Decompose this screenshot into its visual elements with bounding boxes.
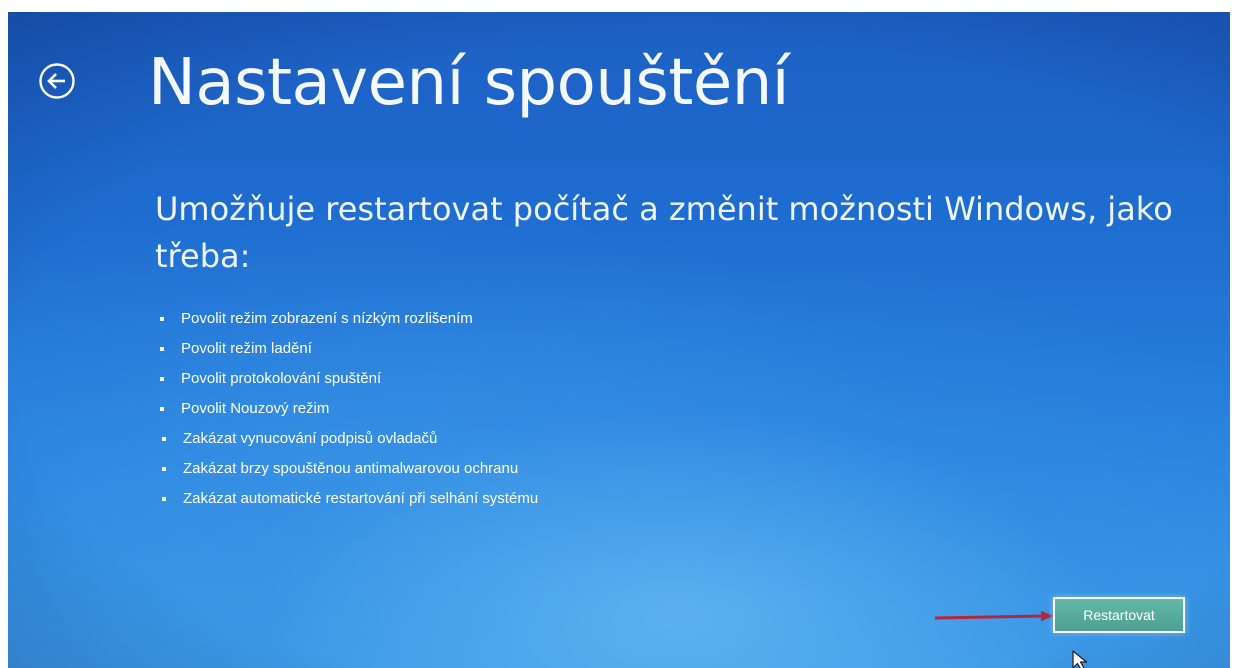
bullet-icon — [160, 317, 164, 321]
startup-settings-screen: Nastavení spouštění Umožňuje restartovat… — [8, 12, 1230, 668]
list-item: Povolit režim ladění — [156, 336, 536, 366]
back-arrow-circle-icon — [38, 62, 76, 100]
option-label: Zakázat vynucování podpisů ovladačů — [183, 430, 438, 447]
bullet-icon — [162, 467, 166, 471]
list-item: Povolit Nouzový režim — [156, 396, 536, 426]
list-item: Povolit režim zobrazení s nízkým rozliše… — [156, 306, 536, 336]
option-label: Zakázat brzy spouštěnou antimalwarovou o… — [183, 460, 519, 477]
annotation-arrow-icon — [933, 608, 1055, 627]
mouse-pointer-icon — [1072, 650, 1090, 668]
restart-button[interactable]: Restartovat — [1053, 597, 1185, 633]
option-label: Povolit režim zobrazení s nízkým rozliše… — [181, 310, 473, 327]
option-label: Povolit režim ladění — [181, 340, 312, 357]
list-item: Povolit protokolování spuštění — [156, 366, 536, 396]
options-list: Povolit režim zobrazení s nízkým rozliše… — [156, 306, 538, 516]
bullet-icon — [162, 497, 166, 501]
intro-text: Umožňuje restartovat počítač a změnit mo… — [155, 190, 1173, 275]
page-title: Nastavení spouštění — [148, 46, 790, 120]
list-item: Zakázat automatické restartování při sel… — [158, 486, 538, 516]
list-item: Zakázat vynucování podpisů ovladačů — [158, 426, 538, 456]
bullet-icon — [162, 437, 166, 441]
option-label: Povolit protokolování spuštění — [181, 370, 382, 387]
bullet-icon — [160, 377, 164, 381]
list-item: Zakázat brzy spouštěnou antimalwarovou o… — [158, 456, 538, 486]
bullet-icon — [160, 347, 164, 351]
option-label: Povolit Nouzový režim — [181, 400, 330, 417]
back-button[interactable] — [36, 60, 78, 102]
option-label: Zakázat automatické restartování při sel… — [183, 490, 539, 507]
bullet-icon — [160, 407, 164, 411]
